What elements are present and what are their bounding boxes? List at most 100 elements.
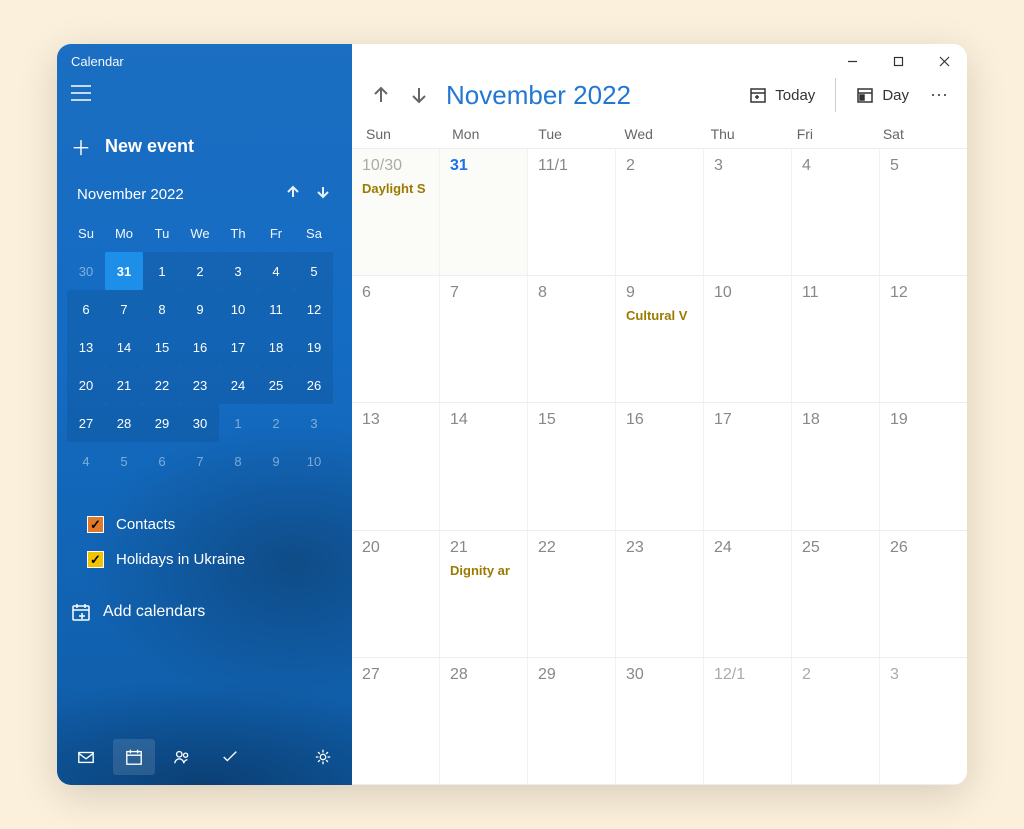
mini-day-cell[interactable]: 17 (219, 328, 257, 366)
calendar-item[interactable]: ✓Holidays in Ukraine (87, 551, 338, 568)
day-cell[interactable]: 14 (440, 403, 528, 529)
day-cell[interactable]: 9Cultural V (616, 276, 704, 402)
mini-day-cell[interactable]: 8 (143, 290, 181, 328)
day-cell[interactable]: 26 (880, 531, 967, 657)
day-cell[interactable]: 8 (528, 276, 616, 402)
mini-day-cell[interactable]: 26 (295, 366, 333, 404)
mini-prev-button[interactable] (278, 185, 308, 204)
calendar-item[interactable]: ✓Contacts (87, 516, 338, 533)
day-cell[interactable]: 30 (616, 658, 704, 784)
minimize-button[interactable] (829, 44, 875, 78)
day-cell[interactable]: 2 (792, 658, 880, 784)
mini-day-cell[interactable]: 29 (143, 404, 181, 442)
day-cell[interactable]: 18 (792, 403, 880, 529)
mini-day-cell[interactable]: 15 (143, 328, 181, 366)
close-button[interactable] (921, 44, 967, 78)
new-event-button[interactable]: ＋ New event (57, 122, 352, 185)
day-cell[interactable]: 2 (616, 149, 704, 275)
mini-day-cell[interactable]: 7 (181, 442, 219, 480)
mini-day-cell[interactable]: 22 (143, 366, 181, 404)
mini-day-cell[interactable]: 25 (257, 366, 295, 404)
prev-month-button[interactable] (364, 78, 398, 112)
mail-button[interactable] (65, 739, 107, 775)
mini-day-cell[interactable]: 30 (181, 404, 219, 442)
mini-day-cell[interactable]: 9 (257, 442, 295, 480)
mini-day-cell[interactable]: 16 (181, 328, 219, 366)
day-cell[interactable]: 7 (440, 276, 528, 402)
day-cell[interactable]: 29 (528, 658, 616, 784)
day-cell[interactable]: 31 (440, 149, 528, 275)
mini-day-cell[interactable]: 3 (219, 252, 257, 290)
mini-day-cell[interactable]: 21 (105, 366, 143, 404)
day-cell[interactable]: 13 (352, 403, 440, 529)
mini-day-cell[interactable]: 6 (143, 442, 181, 480)
mini-day-cell[interactable]: 24 (219, 366, 257, 404)
mini-day-cell[interactable]: 10 (295, 442, 333, 480)
day-cell[interactable]: 10 (704, 276, 792, 402)
mini-day-cell[interactable]: 2 (181, 252, 219, 290)
mini-day-cell[interactable]: 30 (67, 252, 105, 290)
mini-day-cell[interactable]: 7 (105, 290, 143, 328)
day-cell[interactable]: 11/1 (528, 149, 616, 275)
view-selector[interactable]: Day (846, 80, 919, 110)
mini-day-cell[interactable]: 4 (67, 442, 105, 480)
day-cell[interactable]: 21Dignity ar (440, 531, 528, 657)
calendar-button[interactable] (113, 739, 155, 775)
day-cell[interactable]: 28 (440, 658, 528, 784)
event-label[interactable]: Cultural V (626, 308, 697, 323)
day-cell[interactable]: 24 (704, 531, 792, 657)
mini-day-cell[interactable]: 27 (67, 404, 105, 442)
today-button[interactable]: Today (739, 80, 825, 110)
mini-day-cell[interactable]: 11 (257, 290, 295, 328)
add-calendars-button[interactable]: Add calendars (57, 578, 352, 632)
settings-button[interactable] (302, 739, 344, 775)
day-cell[interactable]: 19 (880, 403, 967, 529)
day-cell[interactable]: 17 (704, 403, 792, 529)
mini-day-cell[interactable]: 3 (295, 404, 333, 442)
maximize-button[interactable] (875, 44, 921, 78)
day-cell[interactable]: 11 (792, 276, 880, 402)
more-button[interactable]: ⋯ (923, 85, 957, 106)
event-label[interactable]: Daylight S (362, 181, 433, 196)
mini-day-cell[interactable]: 31 (105, 252, 143, 290)
people-button[interactable] (161, 739, 203, 775)
mini-next-button[interactable] (308, 185, 338, 204)
day-cell[interactable]: 20 (352, 531, 440, 657)
mini-day-cell[interactable]: 20 (67, 366, 105, 404)
mini-day-cell[interactable]: 5 (105, 442, 143, 480)
day-cell[interactable]: 3 (880, 658, 967, 784)
day-cell[interactable]: 6 (352, 276, 440, 402)
mini-day-cell[interactable]: 14 (105, 328, 143, 366)
mini-day-cell[interactable]: 2 (257, 404, 295, 442)
day-cell[interactable]: 16 (616, 403, 704, 529)
mini-month-label[interactable]: November 2022 (77, 186, 278, 203)
mini-day-cell[interactable]: 5 (295, 252, 333, 290)
day-cell[interactable]: 12/1 (704, 658, 792, 784)
day-cell[interactable]: 22 (528, 531, 616, 657)
mini-day-cell[interactable]: 28 (105, 404, 143, 442)
menu-button[interactable] (57, 75, 352, 122)
mini-day-cell[interactable]: 18 (257, 328, 295, 366)
mini-day-cell[interactable]: 1 (219, 404, 257, 442)
day-cell[interactable]: 10/30Daylight S (352, 149, 440, 275)
day-cell[interactable]: 3 (704, 149, 792, 275)
event-label[interactable]: Dignity ar (450, 563, 521, 578)
mini-day-cell[interactable]: 23 (181, 366, 219, 404)
day-cell[interactable]: 25 (792, 531, 880, 657)
checkbox[interactable]: ✓ (87, 516, 104, 533)
checkbox[interactable]: ✓ (87, 551, 104, 568)
day-cell[interactable]: 4 (792, 149, 880, 275)
mini-day-cell[interactable]: 13 (67, 328, 105, 366)
mini-day-cell[interactable]: 12 (295, 290, 333, 328)
month-title[interactable]: November 2022 (446, 80, 631, 111)
mini-day-cell[interactable]: 1 (143, 252, 181, 290)
day-cell[interactable]: 5 (880, 149, 967, 275)
day-cell[interactable]: 15 (528, 403, 616, 529)
day-cell[interactable]: 12 (880, 276, 967, 402)
mini-day-cell[interactable]: 8 (219, 442, 257, 480)
day-cell[interactable]: 23 (616, 531, 704, 657)
day-cell[interactable]: 27 (352, 658, 440, 784)
mini-day-cell[interactable]: 19 (295, 328, 333, 366)
mini-day-cell[interactable]: 10 (219, 290, 257, 328)
todo-button[interactable] (209, 739, 251, 775)
